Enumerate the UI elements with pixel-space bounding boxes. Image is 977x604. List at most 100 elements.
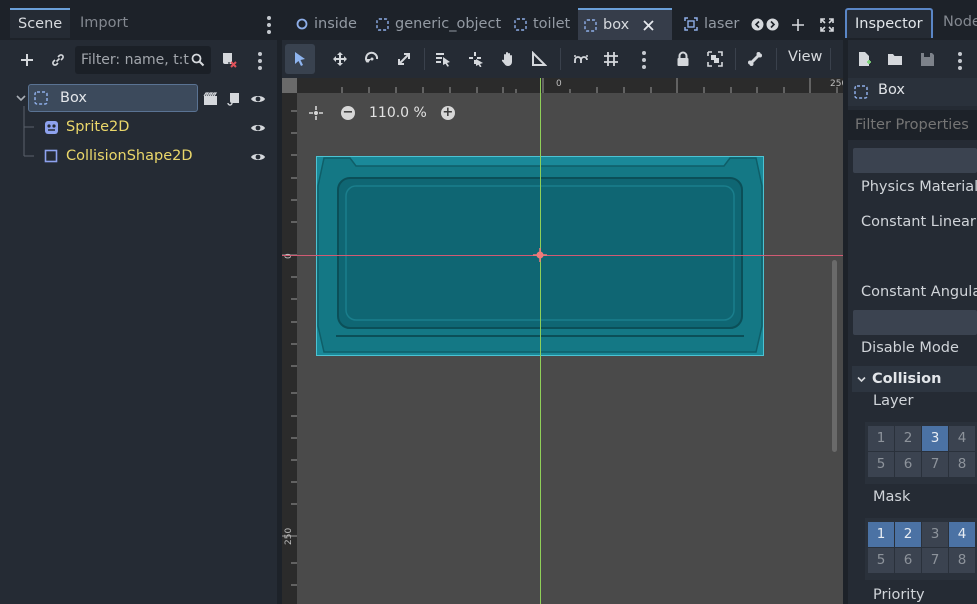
dock-menu-icon[interactable] — [267, 16, 271, 37]
distraction-free-button[interactable] — [819, 17, 835, 33]
tree-item-collisionshape2d[interactable]: CollisionShape2D — [44, 142, 271, 170]
mask-bit-7[interactable]: 7 — [922, 548, 948, 573]
scene-tab-label: laser — [704, 16, 740, 32]
zoom-out-button[interactable]: − — [341, 106, 355, 120]
chevron-right-icon[interactable] — [766, 18, 779, 31]
layer-bit-7[interactable]: 7 — [922, 452, 948, 477]
mask-bit-1[interactable]: 1 — [868, 522, 894, 547]
collision-layer-grid: 1234 5678 — [868, 426, 976, 480]
tab-scene[interactable]: Scene — [10, 8, 71, 38]
inspector-options-icon[interactable] — [958, 52, 962, 73]
attach-script-button[interactable] — [218, 49, 240, 71]
layer-bit-3[interactable]: 3 — [922, 426, 948, 451]
mask-bit-4[interactable]: 4 — [949, 522, 975, 547]
layer-bit-4[interactable]: 4 — [949, 426, 975, 451]
move-icon — [333, 52, 347, 66]
mask-bit-8[interactable]: 8 — [949, 548, 975, 573]
scene-tab-laser[interactable]: laser — [678, 8, 745, 40]
folder-icon — [888, 54, 902, 65]
scene-tab-toilet[interactable]: toilet — [508, 8, 576, 40]
scene-filter[interactable] — [75, 46, 211, 74]
plus-icon — [21, 54, 33, 66]
property-physics-material[interactable]: Physics Material O — [861, 179, 977, 195]
scale-mode-button[interactable] — [389, 44, 419, 74]
group-button[interactable] — [700, 44, 730, 74]
layer-bit-2[interactable]: 2 — [895, 426, 921, 451]
list-select-button[interactable] — [428, 44, 458, 74]
scene-tab-generic-object[interactable]: generic_object — [370, 8, 507, 40]
chevron-down-icon[interactable] — [16, 93, 26, 103]
object-selector[interactable]: Box — [848, 78, 977, 106]
filter-properties-input[interactable] — [855, 117, 970, 133]
visibility-eye-icon[interactable] — [250, 149, 266, 165]
grid-snap-button[interactable] — [596, 44, 626, 74]
tab-inspector[interactable]: Inspector — [845, 8, 933, 38]
script-icon[interactable] — [226, 91, 242, 107]
collision-mask-label: Mask — [873, 489, 911, 505]
skeleton-button[interactable] — [740, 44, 770, 74]
tree-item-sprite2d[interactable]: Sprite2D — [44, 113, 271, 141]
pivot-handle[interactable] — [533, 248, 547, 262]
visibility-eye-icon[interactable] — [250, 91, 266, 107]
property-constant-angular[interactable]: Constant Angular — [861, 284, 977, 300]
tab-node[interactable]: Node — [935, 8, 977, 38]
layer-bit-6[interactable]: 6 — [895, 452, 921, 477]
select-mode-button[interactable] — [285, 44, 315, 74]
rotate-mode-button[interactable] — [357, 44, 387, 74]
pan-mode-button[interactable] — [493, 44, 523, 74]
tab-import[interactable]: Import — [72, 8, 136, 38]
save-resource-button[interactable] — [918, 50, 936, 68]
snap-icon — [574, 55, 588, 63]
add-node-button[interactable] — [16, 49, 38, 71]
property-disable-mode[interactable]: Disable Mode — [861, 340, 959, 356]
canvas-viewport[interactable]: 0 250 0 250 − 110.0 % + — [282, 78, 843, 604]
group-icon — [707, 51, 723, 67]
mask-bit-2[interactable]: 2 — [895, 522, 921, 547]
visibility-eye-icon[interactable] — [250, 120, 266, 136]
layer-bit-5[interactable]: 5 — [868, 452, 894, 477]
open-resource-button[interactable] — [886, 50, 904, 68]
zoom-level[interactable]: 110.0 % — [369, 105, 427, 121]
inspector-tabbar: Inspector Node — [843, 0, 977, 40]
center-view-icon[interactable] — [309, 106, 323, 120]
chevron-left-icon[interactable] — [751, 18, 764, 31]
mask-bit-6[interactable]: 6 — [895, 548, 921, 573]
instance-scene-button[interactable] — [47, 49, 69, 71]
layer-bit-1[interactable]: 1 — [868, 426, 894, 451]
move-mode-button[interactable] — [325, 44, 355, 74]
scene-tab-box[interactable]: box — [578, 8, 672, 40]
scale-icon — [398, 53, 410, 65]
pivot-mode-button[interactable] — [461, 44, 491, 74]
resource-header-bar[interactable] — [853, 148, 977, 173]
property-constant-linear[interactable]: Constant Linear V — [861, 214, 977, 230]
view-menu[interactable]: View — [788, 49, 822, 65]
scene-filter-input[interactable] — [81, 52, 191, 68]
snap-options-icon[interactable] — [642, 51, 646, 72]
layer-bit-8[interactable]: 8 — [949, 452, 975, 477]
close-icon[interactable] — [643, 19, 654, 31]
open-scene-icon[interactable] — [202, 91, 218, 107]
property-bar[interactable] — [853, 310, 977, 335]
lock-button[interactable] — [668, 44, 698, 74]
scene-options-icon[interactable] — [258, 52, 262, 73]
scene-tab-inside[interactable]: inside — [290, 8, 363, 40]
bone-icon — [748, 52, 762, 66]
vertical-scrollbar[interactable] — [832, 260, 837, 452]
toolbar-separator — [830, 48, 831, 70]
filter-properties[interactable] — [848, 110, 977, 140]
ruler-mode-button[interactable] — [524, 44, 554, 74]
lock-icon — [677, 51, 689, 66]
zoom-in-button[interactable]: + — [440, 106, 455, 120]
smart-snap-button[interactable] — [566, 44, 596, 74]
mask-bit-5[interactable]: 5 — [868, 548, 894, 573]
new-resource-button[interactable] — [855, 50, 873, 68]
add-scene-tab-button[interactable] — [790, 17, 806, 33]
save-icon — [920, 52, 934, 66]
circle-icon — [296, 18, 308, 30]
section-collision[interactable]: Collision — [852, 366, 977, 392]
ruler-label-250: 250 — [830, 79, 843, 89]
tab-scroll-buttons[interactable] — [750, 16, 780, 32]
list-select-icon — [436, 53, 450, 67]
rigidbody-icon — [854, 85, 868, 99]
mask-bit-3[interactable]: 3 — [922, 522, 948, 547]
